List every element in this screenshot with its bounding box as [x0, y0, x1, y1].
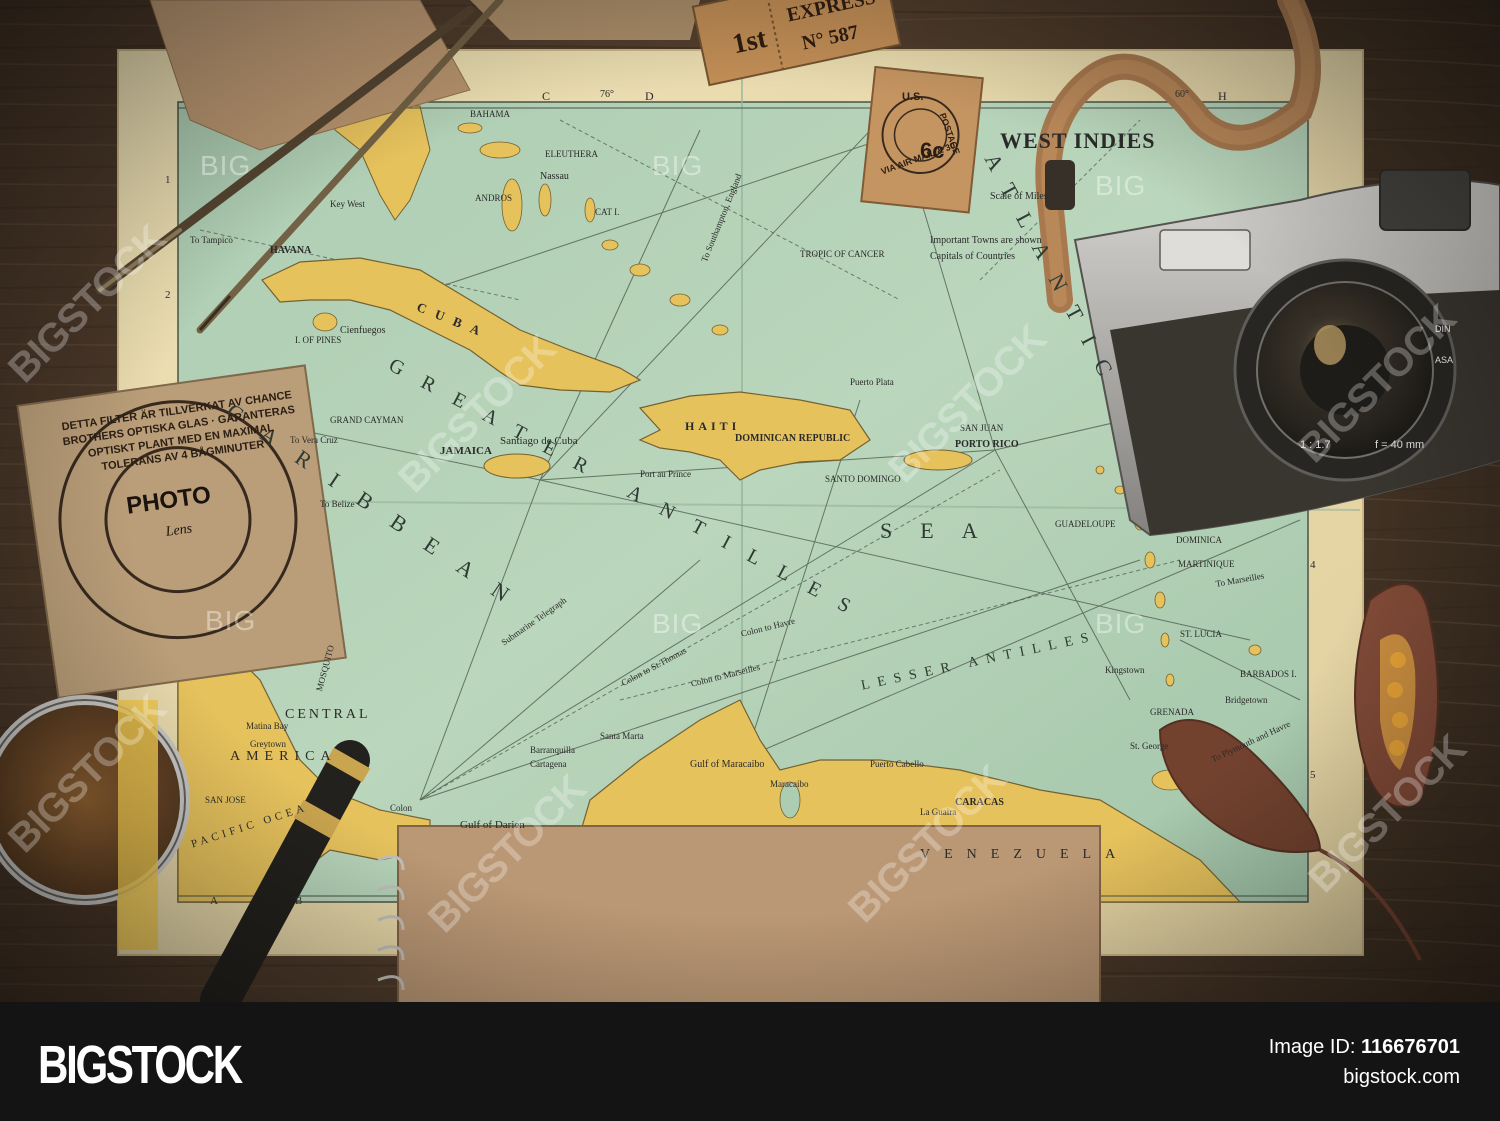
label-guadeloupe: GUADELOUPE	[1055, 519, 1116, 529]
photo-scene: WEST INDIES Scale of Miles Important Tow…	[0, 0, 1500, 1002]
grid-col-c: C	[542, 89, 551, 103]
label-america: AMERICA	[230, 749, 337, 764]
label-bahama: BAHAMA	[470, 109, 511, 119]
label-sea: SEA	[880, 518, 1006, 543]
label-haiti: HAITI	[685, 419, 741, 433]
label-gulf-maracaibo: Gulf of Maracaibo	[690, 759, 765, 770]
label-to-tampico: To Tampico	[190, 235, 233, 245]
image-id-line: Image ID: 116676701	[1269, 1036, 1460, 1059]
label-santo-domingo: SANTO DOMINGO	[825, 474, 901, 484]
label-st-lucia: ST. LUCIA	[1180, 629, 1222, 639]
label-eleuthera: ELEUTHERA	[545, 149, 598, 159]
grid-row-1: 1	[165, 174, 171, 186]
ticket-class: 1st	[729, 22, 770, 61]
label-isle-of-pines: I. OF PINES	[295, 335, 342, 345]
watermark-small-2: BIG	[652, 150, 704, 181]
map-title: WEST INDIES	[1000, 128, 1156, 153]
label-santiago: Santiago de Cuba	[500, 435, 578, 447]
label-puerto-cabello: Puerto Cabello	[870, 759, 924, 769]
grid-row-2: 2	[165, 289, 171, 301]
label-san-jose: SAN JOSE	[205, 795, 246, 805]
label-maracaibo: Maracaibo	[770, 779, 809, 789]
label-havana: HAVANA	[270, 245, 312, 256]
grid-lon-60: 60°	[1175, 89, 1189, 100]
grid-col-d: D	[645, 89, 654, 103]
label-kingstown: Kingstown	[1105, 665, 1145, 675]
image-id-value: 116676701	[1360, 1036, 1460, 1058]
label-martinique: MARTINIQUE	[1178, 559, 1235, 569]
watermark-small-3: BIG	[1095, 170, 1147, 201]
label-nassau: Nassau	[540, 171, 569, 182]
grid-lon-76: 76°	[600, 89, 614, 100]
watermark-small-4: BIG	[205, 605, 257, 636]
label-dominican-republic: DOMINICAN REPUBLIC	[735, 433, 851, 444]
label-tropic: TROPIC OF CANCER	[800, 249, 885, 259]
label-bridgetown: Bridgetown	[1225, 695, 1268, 705]
label-puerto-plata: Puerto Plata	[850, 377, 894, 387]
label-porto-rico: PORTO RICO	[955, 439, 1019, 450]
stock-footer: BIGSTOCK Image ID: 116676701 bigstock.co…	[0, 1002, 1500, 1121]
label-port-au-prince: Port au Prince	[640, 469, 691, 479]
label-key-west: Key West	[330, 199, 365, 209]
label-grenada: GRENADA	[1150, 707, 1194, 717]
label-dominica: DOMINICA	[1176, 535, 1222, 545]
label-cat-island: CAT I.	[595, 207, 620, 217]
label-colon: Colon	[390, 803, 413, 813]
watermark-small-5: BIG	[652, 608, 704, 639]
camera-focal: f = 40 mm	[1375, 439, 1425, 451]
stamp-top: U.S.	[902, 91, 924, 103]
grid-row-5: 5	[1310, 769, 1316, 781]
label-barranquilla: Barranquilla	[530, 745, 575, 755]
label-st-george: St. George	[1130, 741, 1169, 751]
watermark-small-6: BIG	[1095, 608, 1147, 639]
map-legend-capitals: Capitals of Countries	[930, 251, 1015, 262]
label-central: CENTRAL	[285, 707, 371, 722]
label-barbados: BARBADOS I.	[1240, 669, 1297, 679]
brand-logo: BIGSTOCK	[38, 1035, 243, 1095]
grid-row-3: 3	[1310, 309, 1316, 321]
label-greytown: Greytown	[250, 739, 286, 749]
grid-row-b: B	[295, 895, 303, 907]
site-url[interactable]: bigstock.com	[1343, 1066, 1460, 1089]
label-grand-cayman: GRAND CAYMAN	[330, 415, 404, 425]
label-cienfuegos: Cienfuegos	[340, 325, 386, 336]
camera-asa: ASA	[1435, 355, 1454, 365]
grid-row-4: 4	[1310, 559, 1316, 571]
label-to-belize: To Belize	[320, 499, 355, 509]
label-andros: ANDROS	[475, 193, 513, 203]
grid-row-a: A	[210, 895, 218, 907]
watermark-small-1: BIG	[200, 150, 252, 181]
grid-col-h: H	[1218, 89, 1227, 103]
label-matina-bay: Matina Bay	[246, 721, 289, 731]
image-id-label: Image ID:	[1268, 1036, 1356, 1058]
label-santa-marta: Santa Marta	[600, 731, 644, 741]
